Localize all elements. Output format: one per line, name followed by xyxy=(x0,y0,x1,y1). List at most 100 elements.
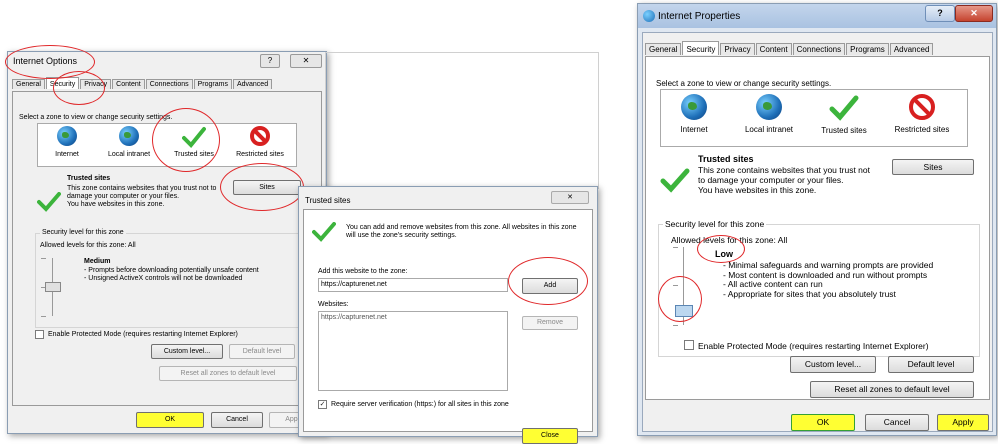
zone-internet[interactable]: Internet xyxy=(42,126,92,158)
intranet-icon xyxy=(756,94,782,120)
restricted-icon xyxy=(909,94,935,120)
restricted-icon xyxy=(250,126,270,146)
close-button[interactable]: ✕ xyxy=(290,54,322,68)
tab-strip: General Security Privacy Content Connect… xyxy=(12,77,273,89)
zone-list: Internet Local intranet Trusted sites Re… xyxy=(37,123,297,167)
background-frame xyxy=(325,52,599,189)
protected-mode-checkbox[interactable] xyxy=(684,340,694,350)
info-text: You can add and remove websites from thi… xyxy=(346,224,577,239)
security-level-group: Security level for this zone Allowed lev… xyxy=(658,219,980,357)
list-item[interactable]: https://capturenet.net xyxy=(321,314,387,321)
select-zone-label: Select a zone to view or change security… xyxy=(656,79,832,88)
protected-mode-label: Enable Protected Mode (requires restarti… xyxy=(48,331,238,338)
tab-general[interactable]: General xyxy=(12,79,45,89)
zone-internet[interactable]: Internet xyxy=(669,94,719,134)
tab-content[interactable]: Content xyxy=(112,79,145,89)
zone-trusted-sites[interactable]: Trusted sites xyxy=(811,94,877,135)
reset-all-zones-button[interactable]: Reset all zones to default level xyxy=(810,381,974,398)
input-value: https://capturenet.net xyxy=(321,281,387,288)
zone-label: Restricted sites xyxy=(894,125,950,134)
tab-security[interactable]: Security xyxy=(45,77,80,89)
slider-tick xyxy=(41,258,46,259)
require-https-checkbox[interactable]: ✓ xyxy=(318,400,327,409)
ok-button[interactable]: OK xyxy=(136,412,204,428)
tab-content[interactable]: Content xyxy=(755,43,792,55)
internet-options-dialog: Internet Options ? ✕ General Security Pr… xyxy=(7,51,327,434)
checkmark-large-icon xyxy=(660,168,690,193)
checkmark-icon xyxy=(182,127,206,148)
protected-mode-checkbox[interactable] xyxy=(35,330,44,339)
zone-label: Internet xyxy=(680,125,708,134)
zone-description: This zone contains websites that you tru… xyxy=(67,185,217,208)
zone-trusted-sites[interactable]: Trusted sites xyxy=(166,126,222,158)
zone-title: Trusted sites xyxy=(67,175,111,182)
ok-button[interactable]: OK xyxy=(791,414,855,431)
globe-icon xyxy=(681,94,707,120)
zone-label: Local intranet xyxy=(107,151,151,158)
apply-button[interactable]: Apply xyxy=(937,414,989,431)
title-bar: Internet Options ? ✕ xyxy=(8,52,326,70)
help-button[interactable]: ? xyxy=(260,54,280,68)
require-https-label: Require server verification (https:) for… xyxy=(331,401,509,408)
trusted-sites-dialog: Trusted sites ✕ You can add and remove w… xyxy=(298,186,598,444)
zone-local-intranet[interactable]: Local intranet xyxy=(98,126,160,158)
internet-properties-dialog: Internet Properties ? ✕ General Security… xyxy=(637,3,997,436)
zone-list: Internet Local intranet Trusted sites Re… xyxy=(660,89,968,147)
internet-properties-icon xyxy=(643,10,655,22)
help-button[interactable]: ? xyxy=(925,5,955,22)
title-bar: Trusted sites ✕ xyxy=(299,187,597,205)
default-level-button[interactable]: Default level xyxy=(229,344,295,359)
cancel-button[interactable]: Cancel xyxy=(865,414,929,431)
add-website-input[interactable]: https://capturenet.net xyxy=(318,278,508,292)
group-legend: Security level for this zone xyxy=(663,219,767,229)
security-slider-thumb[interactable] xyxy=(675,305,693,317)
cancel-button[interactable]: Cancel xyxy=(211,412,263,428)
tab-advanced[interactable]: Advanced xyxy=(889,43,934,55)
zone-label: Internet xyxy=(55,151,79,158)
default-level-button[interactable]: Default level xyxy=(888,356,974,373)
checkmark-large-icon xyxy=(37,192,61,212)
intranet-icon xyxy=(119,126,139,146)
slider-tick xyxy=(673,247,678,248)
security-slider-thumb[interactable] xyxy=(45,282,61,292)
zone-restricted-sites[interactable]: Restricted sites xyxy=(228,126,292,158)
websites-list[interactable]: https://capturenet.net xyxy=(318,311,508,391)
custom-level-button[interactable]: Custom level... xyxy=(151,344,223,359)
security-panel: Select a zone to view or change security… xyxy=(12,91,322,406)
level-description: - Minimal safeguards and warning prompts… xyxy=(723,260,934,299)
zone-label: Restricted sites xyxy=(236,151,284,158)
globe-icon xyxy=(57,126,77,146)
close-button[interactable]: ✕ xyxy=(551,191,589,204)
close-dialog-button[interactable]: Close xyxy=(522,428,578,444)
dialog-title: Trusted sites xyxy=(305,196,351,205)
allowed-levels-label: Allowed levels for this zone: All xyxy=(671,235,788,245)
security-level-group: Security level for this zone Allowed lev… xyxy=(35,229,299,328)
slider-tick xyxy=(673,325,678,326)
custom-level-button[interactable]: Custom level... xyxy=(790,356,876,373)
tab-connections[interactable]: Connections xyxy=(145,79,193,89)
close-button[interactable]: ✕ xyxy=(955,5,993,22)
add-button[interactable]: Add xyxy=(522,278,578,294)
tab-privacy[interactable]: Privacy xyxy=(720,43,755,55)
reset-all-zones-button[interactable]: Reset all zones to default level xyxy=(159,366,297,381)
protected-mode-label: Enable Protected Mode (requires restarti… xyxy=(698,341,929,351)
tab-general[interactable]: General xyxy=(645,43,682,55)
level-name: Low xyxy=(715,249,733,259)
level-description: - Prompts before downloading potentially… xyxy=(84,267,259,282)
sites-button[interactable]: Sites xyxy=(233,180,301,195)
remove-button[interactable]: Remove xyxy=(522,316,578,330)
tab-programs[interactable]: Programs xyxy=(193,79,232,89)
tab-privacy[interactable]: Privacy xyxy=(80,79,112,89)
tab-programs[interactable]: Programs xyxy=(846,43,889,55)
tab-advanced[interactable]: Advanced xyxy=(232,79,273,89)
tab-security[interactable]: Security xyxy=(682,41,720,55)
tab-strip: General Security Privacy Content Connect… xyxy=(645,41,934,55)
zone-restricted-sites[interactable]: Restricted sites xyxy=(883,94,961,134)
tab-connections[interactable]: Connections xyxy=(792,43,846,55)
checkmark-icon xyxy=(829,95,859,121)
sites-button[interactable]: Sites xyxy=(892,159,974,175)
select-zone-label: Select a zone to view or change security… xyxy=(19,114,173,121)
zone-local-intranet[interactable]: Local intranet xyxy=(731,94,807,134)
level-name: Medium xyxy=(84,258,111,265)
title-bar: Internet Properties ? ✕ xyxy=(638,4,996,28)
